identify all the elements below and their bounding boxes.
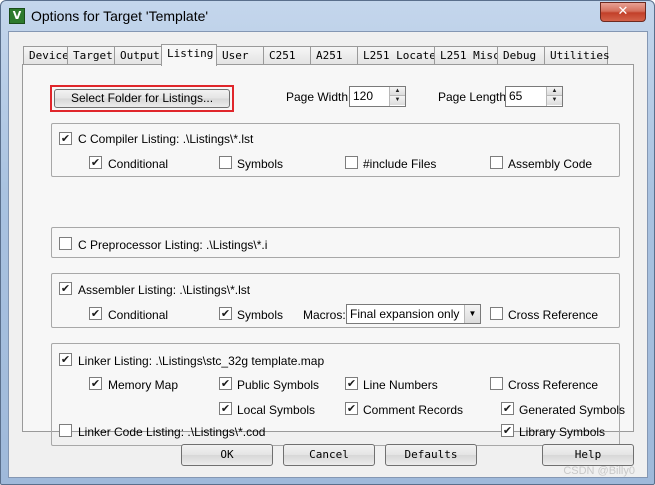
select-folder-button[interactable]: Select Folder for Listings...: [54, 89, 230, 108]
asm-symbols-checkbox[interactable]: ✔: [219, 307, 232, 320]
app-icon: V: [9, 8, 25, 24]
lnk-cross-reference-checkbox[interactable]: [490, 377, 503, 390]
cc-assembly-code-label: Assembly Code: [508, 157, 593, 171]
spin-down-icon[interactable]: ▼: [390, 96, 405, 105]
cc-include-files-label: #include Files: [363, 157, 437, 171]
tab-device[interactable]: Device: [23, 46, 69, 65]
asm-conditional-label: Conditional: [108, 308, 169, 322]
cc-assembly-code-checkbox[interactable]: [490, 156, 503, 169]
tab-output[interactable]: Output: [114, 46, 162, 65]
library-symbols-checkbox[interactable]: ✔: [501, 424, 514, 437]
generated-symbols-checkbox[interactable]: ✔: [501, 402, 514, 415]
tab-l251-locate[interactable]: L251 Locate: [357, 46, 436, 65]
tab-target[interactable]: Target: [67, 46, 115, 65]
c-compiler-checkbox[interactable]: ✔: [59, 132, 72, 145]
spin-up-icon[interactable]: ▲: [390, 87, 405, 96]
comment-records-label: Comment Records: [363, 403, 464, 417]
line-numbers-checkbox[interactable]: ✔: [345, 377, 358, 390]
public-symbols-checkbox[interactable]: ✔: [219, 377, 232, 390]
close-button[interactable]: ✕: [600, 2, 646, 22]
page-length-label: Page Length:: [438, 90, 510, 104]
public-symbols-label: Public Symbols: [237, 378, 320, 392]
tab-user[interactable]: User: [216, 46, 264, 65]
local-symbols-checkbox[interactable]: ✔: [219, 402, 232, 415]
asm-cross-reference-label: Cross Reference: [508, 308, 599, 322]
asm-conditional-checkbox[interactable]: ✔: [89, 307, 102, 320]
cancel-button[interactable]: Cancel: [283, 444, 375, 466]
page-length-value[interactable]: 65: [509, 89, 522, 103]
line-numbers-label: Line Numbers: [363, 378, 438, 392]
spin-up-icon[interactable]: ▲: [547, 87, 562, 96]
tab-l251-misc[interactable]: L251 Misc: [434, 46, 500, 65]
macros-label: Macros:: [303, 308, 346, 322]
watermark: CSDN @Billy0: [563, 465, 635, 477]
memory-map-label: Memory Map: [108, 378, 179, 392]
c-compiler-label: C Compiler Listing: .\Listings\*.lst: [78, 132, 254, 146]
linker-code-listing-checkbox[interactable]: [59, 424, 72, 437]
cc-symbols-label: Symbols: [237, 157, 284, 171]
spin-down-icon[interactable]: ▼: [547, 96, 562, 105]
c-preprocessor-label: C Preprocessor Listing: .\Listings\*.i: [78, 238, 268, 252]
cc-symbols-checkbox[interactable]: [219, 156, 232, 169]
asm-cross-reference-checkbox[interactable]: [490, 307, 503, 320]
macros-select[interactable]: Final expansion only ▼: [346, 304, 481, 324]
dialog-client: Device Target Output Listing User C251 A…: [8, 31, 648, 478]
options-dialog: V Options for Target 'Template' ✕ Device…: [0, 0, 655, 485]
local-symbols-label: Local Symbols: [237, 403, 316, 417]
ok-button[interactable]: OK: [181, 444, 273, 466]
tab-listing[interactable]: Listing: [161, 44, 217, 66]
page-width-label: Page Width:: [286, 90, 352, 104]
listing-panel: Select Folder for Listings... Page Width…: [22, 64, 634, 446]
lnk-cross-reference-label: Cross Reference: [508, 378, 599, 392]
tab-bar: Device Target Output Listing User C251 A…: [23, 44, 610, 66]
tab-a251[interactable]: A251: [310, 46, 358, 65]
comment-records-checkbox[interactable]: ✔: [345, 402, 358, 415]
macros-value: Final expansion only: [350, 307, 460, 321]
memory-map-checkbox[interactable]: ✔: [89, 377, 102, 390]
chevron-down-icon[interactable]: ▼: [464, 305, 480, 323]
asm-symbols-label: Symbols: [237, 308, 284, 322]
linker-checkbox[interactable]: ✔: [59, 353, 72, 366]
c-preprocessor-checkbox[interactable]: [59, 237, 72, 250]
page-width-value[interactable]: 120: [353, 89, 373, 103]
page-width-spinner[interactable]: 120 ▲ ▼: [349, 86, 406, 107]
defaults-button[interactable]: Defaults: [385, 444, 477, 466]
linker-code-listing-label: Linker Code Listing: .\Listings\*.cod: [78, 425, 266, 439]
page-length-spinner[interactable]: 65 ▲ ▼: [505, 86, 563, 107]
assembler-checkbox[interactable]: ✔: [59, 282, 72, 295]
generated-symbols-label: Generated Symbols: [519, 403, 626, 417]
cc-conditional-label: Conditional: [108, 157, 169, 171]
select-folder-highlight: Select Folder for Listings...: [50, 85, 234, 112]
library-symbols-label: Library Symbols: [519, 425, 606, 439]
tab-c251[interactable]: C251: [263, 46, 311, 65]
window-title: Options for Target 'Template': [31, 8, 209, 24]
cc-include-files-checkbox[interactable]: [345, 156, 358, 169]
help-button[interactable]: Help: [542, 444, 634, 466]
tab-debug[interactable]: Debug: [497, 46, 545, 65]
cc-conditional-checkbox[interactable]: ✔: [89, 156, 102, 169]
linker-label: Linker Listing: .\Listings\stc_32g templ…: [78, 354, 325, 368]
assembler-label: Assembler Listing: .\Listings\*.lst: [78, 283, 251, 297]
tab-utilities[interactable]: Utilities: [544, 46, 610, 65]
title-bar[interactable]: V Options for Target 'Template' ✕: [1, 1, 654, 31]
